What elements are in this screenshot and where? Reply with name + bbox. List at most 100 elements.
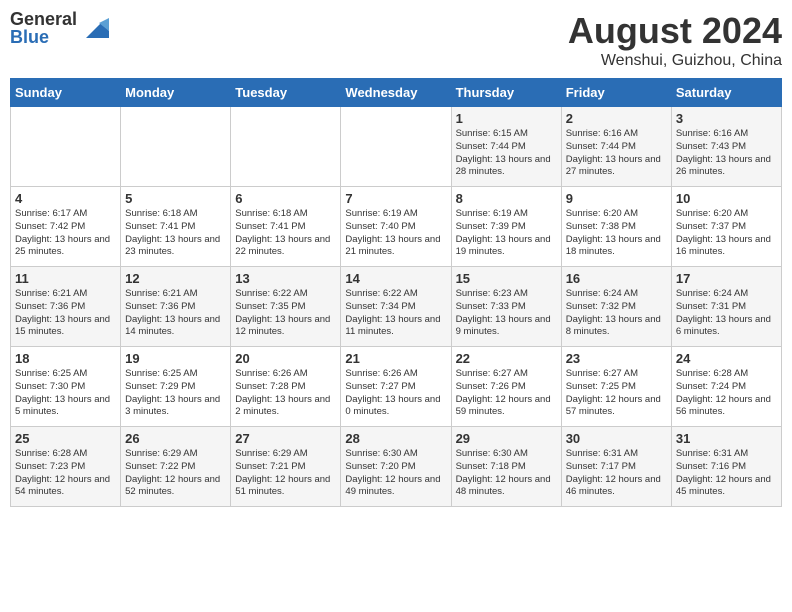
day-info: Sunrise: 6:21 AM Sunset: 7:36 PM Dayligh… (125, 288, 226, 339)
day-info: Sunrise: 6:16 AM Sunset: 7:43 PM Dayligh… (676, 128, 777, 179)
logo-general: General (10, 10, 77, 28)
calendar-cell: 2 Sunrise: 6:16 AM Sunset: 7:44 PM Daylig… (561, 107, 671, 187)
calendar-cell: 5 Sunrise: 6:18 AM Sunset: 7:41 PM Daylig… (121, 187, 231, 267)
day-info: Sunrise: 6:27 AM Sunset: 7:25 PM Dayligh… (566, 368, 667, 419)
day-number: 21 (345, 351, 446, 366)
day-info: Sunrise: 6:21 AM Sunset: 7:36 PM Dayligh… (15, 288, 116, 339)
calendar-cell (231, 107, 341, 187)
day-info: Sunrise: 6:25 AM Sunset: 7:30 PM Dayligh… (15, 368, 116, 419)
day-info: Sunrise: 6:23 AM Sunset: 7:33 PM Dayligh… (456, 288, 557, 339)
day-number: 18 (15, 351, 116, 366)
calendar-cell: 6 Sunrise: 6:18 AM Sunset: 7:41 PM Daylig… (231, 187, 341, 267)
day-of-week-header: Wednesday (341, 79, 451, 107)
day-number: 30 (566, 431, 667, 446)
day-info: Sunrise: 6:24 AM Sunset: 7:31 PM Dayligh… (676, 288, 777, 339)
calendar-cell: 17 Sunrise: 6:24 AM Sunset: 7:31 PM Dayli… (671, 267, 781, 347)
day-number: 15 (456, 271, 557, 286)
day-info: Sunrise: 6:22 AM Sunset: 7:35 PM Dayligh… (235, 288, 336, 339)
day-info: Sunrise: 6:16 AM Sunset: 7:44 PM Dayligh… (566, 128, 667, 179)
day-number: 1 (456, 111, 557, 126)
calendar-cell: 16Sunrise: 6:24 AM Sunset: 7:32 PM Dayli… (561, 267, 671, 347)
day-number: 25 (15, 431, 116, 446)
day-info: Sunrise: 6:29 AM Sunset: 7:22 PM Dayligh… (125, 448, 226, 499)
day-of-week-header: Tuesday (231, 79, 341, 107)
calendar-table: SundayMondayTuesdayWednesdayThursdayFrid… (10, 78, 782, 507)
logo-icon (81, 13, 111, 43)
day-of-week-header: Thursday (451, 79, 561, 107)
day-number: 7 (345, 191, 446, 206)
day-info: Sunrise: 6:17 AM Sunset: 7:42 PM Dayligh… (15, 208, 116, 259)
day-number: 31 (676, 431, 777, 446)
day-number: 3 (676, 111, 777, 126)
day-info: Sunrise: 6:31 AM Sunset: 7:16 PM Dayligh… (676, 448, 777, 499)
calendar-cell: 18 Sunrise: 6:25 AM Sunset: 7:30 PM Dayli… (11, 347, 121, 427)
day-info: Sunrise: 6:25 AM Sunset: 7:29 PM Dayligh… (125, 368, 226, 419)
day-number: 2 (566, 111, 667, 126)
calendar-cell: 20Sunrise: 6:26 AM Sunset: 7:28 PM Dayli… (231, 347, 341, 427)
day-info: Sunrise: 6:27 AM Sunset: 7:26 PM Dayligh… (456, 368, 557, 419)
title-block: August 2024 Wenshui, Guizhou, China (568, 10, 782, 70)
calendar-cell: 25 Sunrise: 6:28 AM Sunset: 7:23 PM Dayli… (11, 427, 121, 507)
day-info: Sunrise: 6:22 AM Sunset: 7:34 PM Dayligh… (345, 288, 446, 339)
calendar-week-row: 18 Sunrise: 6:25 AM Sunset: 7:30 PM Dayli… (11, 347, 782, 427)
calendar-cell: 30 Sunrise: 6:31 AM Sunset: 7:17 PM Dayli… (561, 427, 671, 507)
location: Wenshui, Guizhou, China (568, 52, 782, 70)
day-of-week-header: Sunday (11, 79, 121, 107)
calendar-cell: 8 Sunrise: 6:19 AM Sunset: 7:39 PM Daylig… (451, 187, 561, 267)
day-info: Sunrise: 6:19 AM Sunset: 7:39 PM Dayligh… (456, 208, 557, 259)
day-number: 9 (566, 191, 667, 206)
day-of-week-header: Saturday (671, 79, 781, 107)
calendar-cell: 29 Sunrise: 6:30 AM Sunset: 7:18 PM Dayli… (451, 427, 561, 507)
calendar-header-row: SundayMondayTuesdayWednesdayThursdayFrid… (11, 79, 782, 107)
day-number: 10 (676, 191, 777, 206)
day-number: 8 (456, 191, 557, 206)
day-of-week-header: Friday (561, 79, 671, 107)
logo: General Blue (10, 10, 111, 46)
calendar-week-row: 1 Sunrise: 6:15 AM Sunset: 7:44 PM Daylig… (11, 107, 782, 187)
calendar-cell: 4 Sunrise: 6:17 AM Sunset: 7:42 PM Daylig… (11, 187, 121, 267)
month-year: August 2024 (568, 10, 782, 52)
day-info: Sunrise: 6:15 AM Sunset: 7:44 PM Dayligh… (456, 128, 557, 179)
calendar-cell: 11 Sunrise: 6:21 AM Sunset: 7:36 PM Dayli… (11, 267, 121, 347)
day-info: Sunrise: 6:28 AM Sunset: 7:24 PM Dayligh… (676, 368, 777, 419)
calendar-cell: 23 Sunrise: 6:27 AM Sunset: 7:25 PM Dayli… (561, 347, 671, 427)
day-number: 28 (345, 431, 446, 446)
calendar-cell: 14 Sunrise: 6:22 AM Sunset: 7:34 PM Dayli… (341, 267, 451, 347)
day-number: 11 (15, 271, 116, 286)
day-number: 6 (235, 191, 336, 206)
day-number: 29 (456, 431, 557, 446)
day-info: Sunrise: 6:20 AM Sunset: 7:38 PM Dayligh… (566, 208, 667, 259)
header: General Blue August 2024 Wenshui, Guizho… (10, 10, 782, 70)
calendar-cell: 9 Sunrise: 6:20 AM Sunset: 7:38 PM Daylig… (561, 187, 671, 267)
day-info: Sunrise: 6:18 AM Sunset: 7:41 PM Dayligh… (235, 208, 336, 259)
day-info: Sunrise: 6:30 AM Sunset: 7:18 PM Dayligh… (456, 448, 557, 499)
calendar-cell: 7Sunrise: 6:19 AM Sunset: 7:40 PM Daylig… (341, 187, 451, 267)
day-of-week-header: Monday (121, 79, 231, 107)
day-number: 14 (345, 271, 446, 286)
day-number: 16 (566, 271, 667, 286)
calendar-cell: 27 Sunrise: 6:29 AM Sunset: 7:21 PM Dayli… (231, 427, 341, 507)
day-number: 4 (15, 191, 116, 206)
calendar-cell: 19Sunrise: 6:25 AM Sunset: 7:29 PM Dayli… (121, 347, 231, 427)
day-number: 23 (566, 351, 667, 366)
calendar-cell: 13Sunrise: 6:22 AM Sunset: 7:35 PM Dayli… (231, 267, 341, 347)
calendar-cell (121, 107, 231, 187)
day-info: Sunrise: 6:20 AM Sunset: 7:37 PM Dayligh… (676, 208, 777, 259)
calendar-week-row: 25 Sunrise: 6:28 AM Sunset: 7:23 PM Dayli… (11, 427, 782, 507)
logo-blue: Blue (10, 28, 77, 46)
day-info: Sunrise: 6:18 AM Sunset: 7:41 PM Dayligh… (125, 208, 226, 259)
calendar-week-row: 11 Sunrise: 6:21 AM Sunset: 7:36 PM Dayli… (11, 267, 782, 347)
calendar-cell: 10 Sunrise: 6:20 AM Sunset: 7:37 PM Dayli… (671, 187, 781, 267)
day-info: Sunrise: 6:26 AM Sunset: 7:27 PM Dayligh… (345, 368, 446, 419)
day-number: 5 (125, 191, 226, 206)
day-number: 20 (235, 351, 336, 366)
day-info: Sunrise: 6:29 AM Sunset: 7:21 PM Dayligh… (235, 448, 336, 499)
calendar-cell: 28Sunrise: 6:30 AM Sunset: 7:20 PM Dayli… (341, 427, 451, 507)
calendar-cell (341, 107, 451, 187)
calendar-cell: 3 Sunrise: 6:16 AM Sunset: 7:43 PM Daylig… (671, 107, 781, 187)
day-number: 17 (676, 271, 777, 286)
calendar-cell: 15 Sunrise: 6:23 AM Sunset: 7:33 PM Dayli… (451, 267, 561, 347)
day-info: Sunrise: 6:31 AM Sunset: 7:17 PM Dayligh… (566, 448, 667, 499)
day-info: Sunrise: 6:28 AM Sunset: 7:23 PM Dayligh… (15, 448, 116, 499)
day-number: 27 (235, 431, 336, 446)
